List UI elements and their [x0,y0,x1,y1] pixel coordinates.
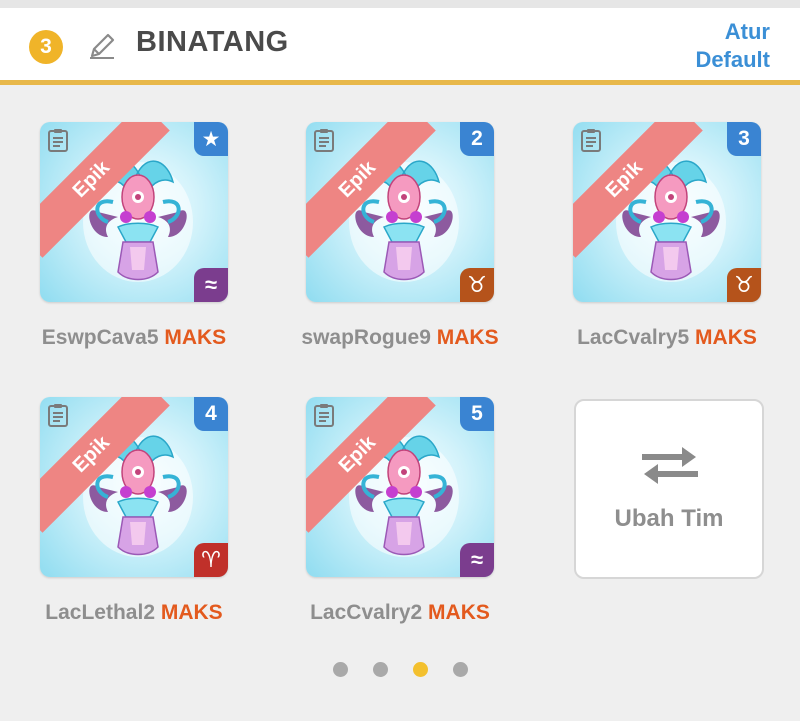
page-dot-3[interactable] [413,662,428,677]
taurus-icon: ♉ [460,268,494,302]
taurus-icon: ♉ [727,268,761,302]
edit-pencil-icon[interactable] [86,30,118,62]
team-title[interactable]: BINATANG [136,26,289,59]
monster-name: LacCvalry5 [577,326,690,349]
slot-number-badge: 2 [460,122,494,156]
monster-name-label: EswpCava5 MAKS [4,326,264,350]
monster-name: EswpCava5 [41,326,159,349]
team-number-badge: 3 [29,30,63,64]
reset-label-line1: Atur [724,19,770,44]
max-level-label: MAKS [436,326,499,349]
page-dot-2[interactable] [373,662,388,677]
pagination-dots [0,662,800,680]
monster-card[interactable]: Epik 3 ♉ [573,122,761,302]
monster-name-label: LacCvalry5 MAKS [537,326,797,350]
max-level-label: MAKS [695,326,757,349]
monster-card[interactable]: Epik ★ ≈ [40,122,228,302]
slot-number-badge: 5 [460,397,494,431]
max-level-label: MAKS [164,326,227,349]
monster-card[interactable]: Epik 4 ♈ [40,397,228,577]
reset-label-line2: Default [695,47,770,72]
page-dot-4[interactable] [453,662,468,677]
aries-icon: ♈ [194,543,228,577]
info-document-icon[interactable] [47,129,69,153]
info-document-icon[interactable] [313,129,335,153]
max-level-label: MAKS [160,601,223,624]
monster-card[interactable]: Epik 5 ≈ [306,397,494,577]
monster-name-label: swapRogue9 MAKS [270,326,530,350]
reset-default-button[interactable]: Atur Default [695,18,770,74]
swap-arrows-icon [642,447,698,484]
monster-name: LacCvalry2 [310,601,423,624]
max-level-label: MAKS [428,601,490,624]
info-document-icon[interactable] [313,404,335,428]
slot-number-badge: 4 [194,397,228,431]
monster-card[interactable]: Epik 2 ♉ [306,122,494,302]
water-icon: ≈ [194,268,228,302]
change-team-label: Ubah Tim [614,505,724,532]
leader-star-badge: ★ [194,122,228,156]
monster-name: LacLethal2 [45,601,156,624]
water-icon: ≈ [460,543,494,577]
monster-name: swapRogue9 [301,326,431,349]
slot-number-badge: 3 [727,122,761,156]
monster-name-label: LacCvalry2 MAKS [270,601,530,625]
top-strip [0,0,800,8]
monster-name-label: LacLethal2 MAKS [4,601,264,625]
info-document-icon[interactable] [580,129,602,153]
info-document-icon[interactable] [47,404,69,428]
team-header: 3 BINATANG Atur Default [0,8,800,85]
page-dot-1[interactable] [333,662,348,677]
change-team-button[interactable]: Ubah Tim [574,399,764,579]
